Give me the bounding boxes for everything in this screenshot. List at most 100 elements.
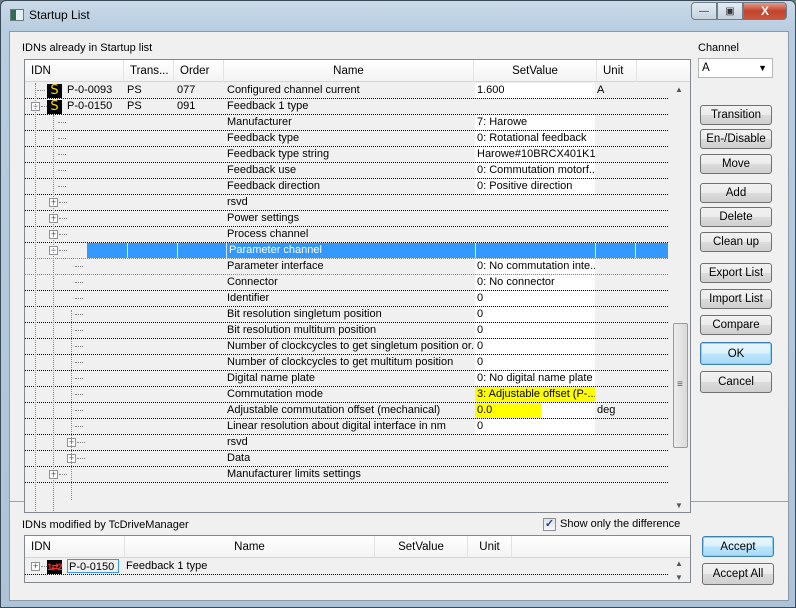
name-cell: Configured channel current (227, 84, 360, 96)
minimize-button[interactable]: — (691, 2, 717, 20)
setvalue-cell[interactable]: 0: Commutation motorf... (475, 163, 595, 178)
name-cell: Feedback type (227, 132, 300, 144)
expand-icon[interactable]: + (31, 562, 40, 571)
setvalue-cell[interactable]: 0 (475, 323, 595, 338)
col-header-unit[interactable]: Unit (597, 60, 637, 82)
setvalue-cell[interactable]: 0 (475, 355, 595, 370)
table-row[interactable]: Connector 0: No connector (25, 275, 668, 291)
setvalue-cell[interactable]: 0: No connector (475, 275, 595, 290)
table-row[interactable]: Feedback type string Harowe#10BRCX401K1 (25, 147, 668, 163)
setvalue-cell[interactable]: 0 (475, 291, 595, 306)
startup-list-window: Startup List — ▣ X IDNs already in Start… (0, 0, 796, 608)
name-cell: Feedback 1 type (227, 100, 309, 112)
col-header-name[interactable]: Name (125, 536, 375, 558)
idn-cell: P-0-0150 (67, 559, 119, 573)
table-row[interactable]: Linear resolution about digital interfac… (25, 419, 668, 435)
table-row[interactable]: Manufacturer 7: Harowe (25, 115, 668, 131)
name-cell: Process channel (227, 228, 309, 240)
setvalue-cell[interactable]: 0 (475, 339, 595, 354)
dropdown-arrow-icon: ▼ (758, 63, 767, 73)
table-row[interactable]: Commutation mode 3: Adjustable offset (P-… (25, 387, 668, 403)
maximize-icon: ▣ (725, 5, 735, 17)
table-row[interactable]: Feedback use 0: Commutation motorf... (25, 163, 668, 179)
setvalue-cell[interactable]: 7: Harowe (475, 115, 595, 130)
channel-label: Channel (698, 42, 739, 54)
ok-button[interactable]: OK (700, 342, 772, 365)
table-row[interactable]: Number of clockcycles to get multitum po… (25, 355, 668, 371)
show-difference-checkbox[interactable]: ✓ (543, 518, 556, 531)
table-row[interactable]: Feedback direction 0: Positive direction (25, 179, 668, 195)
table-row[interactable]: + Manufacturer limits settings (25, 467, 668, 483)
setvalue-cell[interactable]: 0 (475, 307, 595, 322)
name-cell: Linear resolution about digital interfac… (227, 420, 446, 432)
table-row[interactable]: Adjustable commutation offset (mechanica… (25, 403, 668, 419)
name-cell: Feedback use (227, 164, 297, 176)
name-cell: Commutation mode (227, 388, 323, 400)
accept-all-button[interactable]: Accept All (702, 563, 774, 585)
show-difference-label[interactable]: Show only the difference (560, 518, 680, 530)
table-row[interactable]: S P-0-0093 PS 077 Configured channel cur… (25, 83, 668, 99)
scroll-up-arrow-icon[interactable]: ▲ (675, 85, 683, 94)
export-list-button[interactable]: Export List (700, 263, 772, 283)
startup-grid: IDN Trans... Order Name SetValue Unit S … (24, 59, 691, 513)
table-row[interactable]: + Data (25, 451, 668, 467)
col-header-unit[interactable]: Unit (468, 536, 512, 558)
cancel-button[interactable]: Cancel (700, 371, 772, 393)
setvalue-cell-highlighted[interactable]: 0.0 (475, 403, 595, 418)
dialog-client: IDNs already in Startup list IDN Trans..… (9, 31, 789, 601)
delete-button[interactable]: Delete (700, 207, 772, 227)
table-row[interactable]: Bit resolution multitum position 0 (25, 323, 668, 339)
move-button[interactable]: Move (700, 154, 772, 174)
maximize-button[interactable]: ▣ (717, 2, 743, 20)
title-bar[interactable]: Startup List — ▣ X (1, 1, 795, 29)
col-header-order[interactable]: Order (174, 60, 224, 82)
close-icon: X (760, 4, 769, 18)
enable-disable-button[interactable]: En-/Disable (700, 129, 772, 149)
col-header-idn[interactable]: IDN (25, 536, 125, 558)
col-header-setvalue[interactable]: SetValue (375, 536, 468, 558)
table-row[interactable]: + Process channel (25, 227, 668, 243)
table-row[interactable]: − S P-0-0150 PS 091 Feedback 1 type (25, 99, 668, 115)
app-icon (10, 9, 24, 21)
add-button[interactable]: Add (700, 183, 772, 203)
table-row[interactable]: Feedback type 0: Rotational feedback (25, 131, 668, 147)
col-header-setvalue[interactable]: SetValue (474, 60, 597, 82)
startup-vertical-scrollbar[interactable]: ▲ ≡ ▼ (670, 83, 690, 512)
table-row[interactable]: + rsvd (25, 435, 668, 451)
compare-button[interactable]: Compare (700, 315, 772, 335)
setvalue-cell[interactable]: 0: No commutation inte... (475, 259, 595, 274)
transition-button[interactable]: Transition (700, 105, 772, 125)
modified-vertical-scrollbar[interactable]: ▲ ▼ (670, 559, 690, 582)
table-row[interactable]: + Power settings (25, 211, 668, 227)
table-row[interactable]: Identifier 0 (25, 291, 668, 307)
col-header-idn[interactable]: IDN (25, 60, 124, 82)
setvalue-cell[interactable]: 1.600 (475, 83, 595, 98)
setvalue-cell-highlighted[interactable]: 3: Adjustable offset (P-... (475, 387, 595, 402)
scroll-down-arrow-icon[interactable]: ▼ (675, 573, 683, 582)
channel-selected-value: A (702, 62, 710, 74)
table-row[interactable]: + rsvd (25, 195, 668, 211)
col-header-trans[interactable]: Trans... (124, 60, 174, 82)
setvalue-cell[interactable]: 0 (475, 419, 595, 434)
setvalue-cell[interactable]: 0: Positive direction (475, 179, 595, 194)
setvalue-cell[interactable]: Harowe#10BRCX401K1 (475, 147, 595, 162)
order-cell: 091 (177, 100, 196, 112)
table-row[interactable]: + 1⇄2 P-0-0150 Feedback 1 type (25, 559, 668, 575)
name-cell: Number of clockcycles to get singletum p… (227, 340, 476, 352)
col-header-name[interactable]: Name (224, 60, 474, 82)
table-row[interactable]: Digital name plate 0: No digital name pla… (25, 371, 668, 387)
accept-button[interactable]: Accept (702, 536, 774, 557)
close-button[interactable]: X (743, 2, 787, 20)
name-cell: Number of clockcycles to get multitum po… (227, 356, 454, 368)
clean-up-button[interactable]: Clean up (700, 232, 772, 252)
table-row-selected[interactable]: − Parameter channel (25, 243, 668, 259)
import-list-button[interactable]: Import List (700, 289, 772, 309)
setvalue-cell[interactable]: 0: No digital name plate (475, 371, 595, 386)
table-row[interactable]: Bit resolution singletum position 0 (25, 307, 668, 323)
table-row[interactable]: Parameter interface 0: No commutation int… (25, 259, 668, 275)
scrollbar-thumb[interactable]: ≡ (673, 323, 688, 448)
setvalue-cell[interactable]: 0: Rotational feedback (475, 131, 595, 146)
scroll-up-arrow-icon[interactable]: ▲ (675, 559, 683, 568)
table-row[interactable]: Number of clockcycles to get singletum p… (25, 339, 668, 355)
channel-select[interactable]: A ▼ (698, 58, 773, 78)
